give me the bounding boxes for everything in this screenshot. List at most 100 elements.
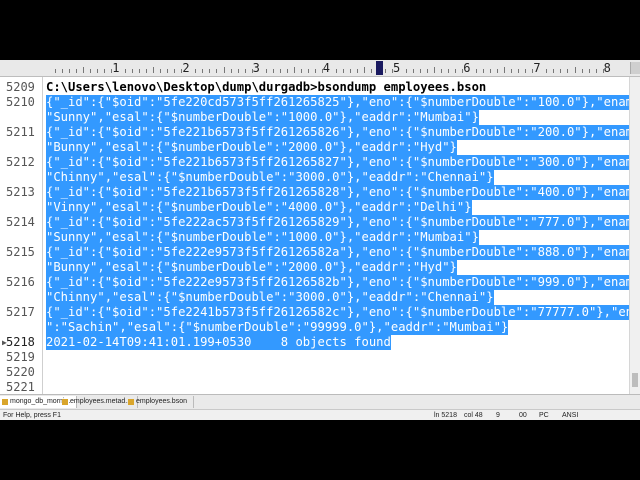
ruler-tick bbox=[69, 69, 71, 73]
status-n1: 9 bbox=[496, 412, 500, 419]
selected-text-line[interactable]: {"_id":{"$oid":"5fe222e9573f5ff26126582b… bbox=[46, 275, 630, 290]
selected-text-line[interactable]: "Vinny","esal":{"$numberDouble":"4000.0"… bbox=[46, 200, 472, 215]
ruler-tick bbox=[567, 69, 569, 73]
ruler-number: 7 bbox=[533, 61, 541, 75]
selected-text-line[interactable]: "Sunny","esal":{"$numberDouble":"1000.0"… bbox=[46, 230, 479, 245]
ruler-tick bbox=[490, 69, 492, 73]
ruler-number: 4 bbox=[322, 61, 331, 75]
line-number: 5213 bbox=[6, 185, 35, 199]
column-ruler: 1 2 3 4 5 6 7 8 bbox=[0, 60, 640, 77]
ruler-tick bbox=[265, 69, 267, 73]
text-area[interactable]: C:\Users\lenovo\Desktop\dump\durgadb>bso… bbox=[44, 77, 630, 394]
ruler-tick bbox=[286, 69, 288, 73]
ruler-tick bbox=[293, 67, 295, 73]
selected-text-line[interactable]: {"_id":{"$oid":"5fe221b6573f5ff261265827… bbox=[46, 155, 630, 170]
ruler-tick bbox=[448, 69, 450, 73]
ruler-tick bbox=[62, 69, 64, 73]
ruler-tick bbox=[300, 69, 302, 73]
document-tabs: mongo_db_morni... employees.metad... emplo… bbox=[0, 394, 640, 409]
document-tab[interactable]: employees.bson bbox=[126, 396, 194, 408]
line-number: 5215 bbox=[6, 245, 35, 259]
ruler-tick bbox=[97, 69, 99, 73]
ruler-number: 8 bbox=[603, 61, 611, 75]
selected-text-line[interactable]: {"_id":{"$oid":"5fe221b6573f5ff261265828… bbox=[46, 185, 630, 200]
ruler-tick bbox=[272, 69, 274, 73]
line-number-gutter: 5209 5210 5211 5212 5213 5214 5215 5216 5217 5218… bbox=[0, 77, 43, 409]
ruler-tick bbox=[504, 67, 506, 73]
ruler-tick bbox=[574, 67, 576, 73]
line-number: 5214 bbox=[6, 215, 35, 229]
line-number: 5217 bbox=[6, 305, 35, 319]
ruler-tick bbox=[427, 69, 429, 73]
ruler-tick bbox=[342, 69, 344, 73]
ruler-tick bbox=[588, 69, 590, 73]
ruler-number: 5 bbox=[393, 61, 401, 75]
status-bar: For Help, press F1 ln 5218 col 48 9 00 P… bbox=[0, 409, 640, 420]
selected-text-line[interactable]: "Sunny","esal":{"$numberDouble":"1000.0"… bbox=[46, 110, 479, 125]
ruler-tick bbox=[230, 69, 232, 73]
ruler-tick bbox=[455, 69, 457, 73]
ruler-tick bbox=[476, 69, 478, 73]
ruler-tick bbox=[581, 69, 583, 73]
line-number: 5211 bbox=[6, 125, 35, 139]
ruler-number: 1 bbox=[112, 61, 120, 75]
ruler-tick bbox=[518, 69, 520, 73]
vertical-scrollbar[interactable] bbox=[629, 77, 640, 394]
selected-text-line[interactable]: ":"Sachin","esal":{"$numberDouble":"9999… bbox=[46, 320, 509, 335]
ruler-tick bbox=[553, 69, 555, 73]
status-help: For Help, press F1 bbox=[3, 412, 61, 419]
status-n2: 00 bbox=[519, 412, 527, 419]
line-number: 5209 bbox=[6, 80, 35, 94]
line-number: 5220 bbox=[6, 365, 35, 379]
line-number: 5212 bbox=[6, 155, 35, 169]
ruler-tick bbox=[525, 69, 527, 73]
ruler-tick bbox=[413, 69, 415, 73]
ruler-tick bbox=[125, 69, 127, 73]
selected-text-line[interactable]: {"_id":{"$oid":"5fe2241b573f5ff26126582c… bbox=[46, 305, 630, 320]
line-number: 5218 bbox=[6, 335, 35, 349]
scrollbar-thumb[interactable] bbox=[632, 373, 638, 387]
ruler-number: 2 bbox=[182, 61, 190, 75]
ruler-tick bbox=[244, 69, 246, 73]
status-mode: PC bbox=[539, 412, 549, 419]
ruler-tick bbox=[483, 69, 485, 73]
selected-text-line[interactable]: "Bunny","esal":{"$numberDouble":"2000.0"… bbox=[46, 260, 457, 275]
text-line[interactable]: C:\Users\lenovo\Desktop\dump\durgadb>bso… bbox=[46, 80, 486, 95]
ruler-tick bbox=[216, 69, 218, 73]
ruler-tick bbox=[420, 69, 422, 73]
ruler-tick bbox=[384, 69, 386, 73]
ruler-tick bbox=[209, 69, 211, 73]
selected-text-line[interactable]: 2021-02-14T09:41:01.199+0530 8 objects f… bbox=[46, 335, 391, 350]
ruler-tick bbox=[363, 67, 365, 73]
line-number: 5210 bbox=[6, 95, 35, 109]
ruler-tick bbox=[349, 69, 351, 73]
ruler-tick bbox=[55, 69, 57, 73]
ruler-tick bbox=[595, 69, 597, 73]
selected-text-line[interactable]: "Bunny","esal":{"$numberDouble":"2000.0"… bbox=[46, 140, 457, 155]
status-line: ln 5218 bbox=[434, 412, 457, 419]
ruler-tick bbox=[237, 69, 239, 73]
ruler-tick bbox=[335, 69, 337, 73]
document-icon bbox=[128, 399, 134, 405]
current-line-marker-icon: ▶ bbox=[2, 338, 7, 347]
line-number: 5216 bbox=[6, 275, 35, 289]
ruler-tick bbox=[497, 69, 499, 73]
ruler-tick bbox=[223, 67, 225, 73]
selected-text-line[interactable]: "Chinny","esal":{"$numberDouble":"3000.0… bbox=[46, 290, 494, 305]
selected-text-line[interactable]: {"_id":{"$oid":"5fe221b6573f5ff261265826… bbox=[46, 125, 630, 140]
ruler-cursor-marker bbox=[376, 61, 383, 75]
document-icon bbox=[2, 399, 8, 405]
selected-text-line[interactable]: "Chinny","esal":{"$numberDouble":"3000.0… bbox=[46, 170, 494, 185]
ruler-end-marker bbox=[630, 62, 640, 74]
status-encoding: ANSI bbox=[562, 412, 579, 419]
ruler-tick bbox=[104, 69, 106, 73]
selected-text-line[interactable]: {"_id":{"$oid":"5fe222e9573f5ff26126582a… bbox=[46, 245, 630, 260]
tab-label: employees.bson bbox=[136, 398, 187, 405]
ruler-tick bbox=[146, 69, 148, 73]
selected-text-line[interactable]: {"_id":{"$oid":"5fe220cd573f5ff261265825… bbox=[46, 95, 630, 110]
selected-text-line[interactable]: {"_id":{"$oid":"5fe222ac573f5ff261265829… bbox=[46, 215, 630, 230]
ruler-tick bbox=[356, 69, 358, 73]
ruler-tick bbox=[160, 69, 162, 73]
ruler-tick bbox=[279, 69, 281, 73]
ruler-tick bbox=[153, 67, 155, 73]
